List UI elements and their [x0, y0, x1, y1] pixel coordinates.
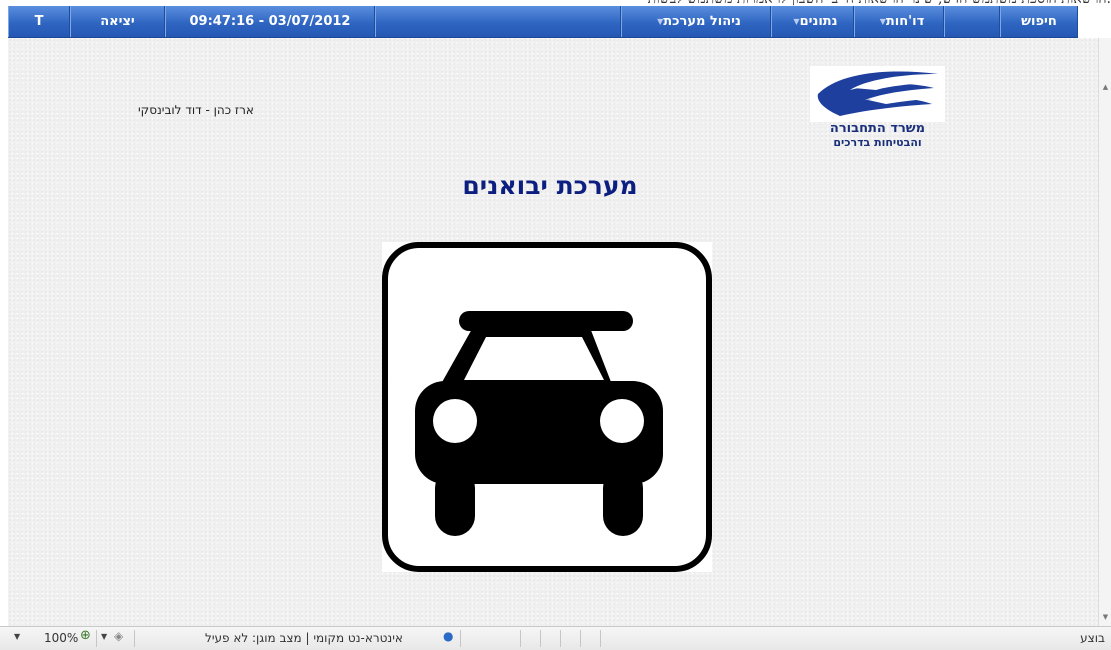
ministry-logo: משרד התחבורה והבטיחות בדרכים	[810, 66, 945, 158]
logo-line-2: והבטיחות בדרכים	[833, 136, 922, 149]
divider	[460, 630, 461, 647]
globe-icon: ●	[443, 629, 454, 643]
menu-exit[interactable]: יציאה	[70, 6, 165, 37]
menu-reports-label: דו'חות	[885, 14, 925, 29]
top-menubar: T יציאה 09:47:16 - 03/07/2012 ▼ניהול מער…	[8, 6, 1078, 38]
protected-mode-dropdown-icon[interactable]: ▼	[101, 632, 107, 641]
divider	[540, 630, 541, 647]
divider	[96, 630, 97, 647]
zoom-icon[interactable]: ⊕	[80, 628, 91, 643]
menu-spacer-left	[375, 6, 621, 37]
menu-spacer-right	[944, 6, 1000, 37]
menu-system-admin[interactable]: ▼ניהול מערכת	[621, 6, 771, 37]
zoom-dropdown-icon[interactable]: ▼	[14, 632, 20, 641]
divider	[560, 630, 561, 647]
security-zone-text: אינטרא-נט מקומי | מצב מוגן: לא פעיל	[205, 631, 403, 645]
divider	[600, 630, 601, 647]
menu-system-admin-label: ניהול מערכת	[663, 14, 741, 29]
protected-mode-icon[interactable]: ◈	[114, 629, 123, 643]
vertical-scrollbar[interactable]: ▲ ▼	[1098, 38, 1111, 626]
menu-reports[interactable]: ▼דו'חות	[854, 6, 944, 37]
divider	[134, 630, 135, 647]
menu-t[interactable]: T	[8, 6, 70, 37]
divider	[520, 630, 521, 647]
menu-exit-label: יציאה	[100, 14, 135, 29]
status-bar: ▼ 100% ⊕ ▼ ◈ אינטרא-נט מקומי | מצב מוגן:…	[0, 626, 1111, 650]
page-title: מערכת יבואנים	[462, 171, 638, 200]
divider	[580, 630, 581, 647]
menu-t-label: T	[34, 14, 44, 29]
zoom-level[interactable]: 100%	[44, 631, 78, 645]
datetime-label: 09:47:16 - 03/07/2012	[189, 14, 351, 29]
ministry-logo-swoosh-icon	[810, 66, 945, 122]
logo-line-1: משרד התחבורה	[829, 121, 926, 136]
menu-search[interactable]: חיפוש	[1000, 6, 1078, 37]
status-done-text: בוצע	[1080, 631, 1105, 645]
logged-in-users: ארז כהן - דוד לובינסקי	[138, 103, 254, 117]
menu-data[interactable]: ▼נתונים	[771, 6, 854, 37]
menu-data-label: נתונים	[799, 14, 838, 29]
car-icon	[382, 242, 712, 572]
menu-search-label: חיפוש	[1021, 14, 1057, 29]
scroll-down-arrow-icon[interactable]: ▼	[1099, 610, 1111, 624]
datetime-display: 09:47:16 - 03/07/2012	[165, 6, 375, 37]
scroll-up-arrow-icon[interactable]: ▲	[1099, 80, 1111, 94]
